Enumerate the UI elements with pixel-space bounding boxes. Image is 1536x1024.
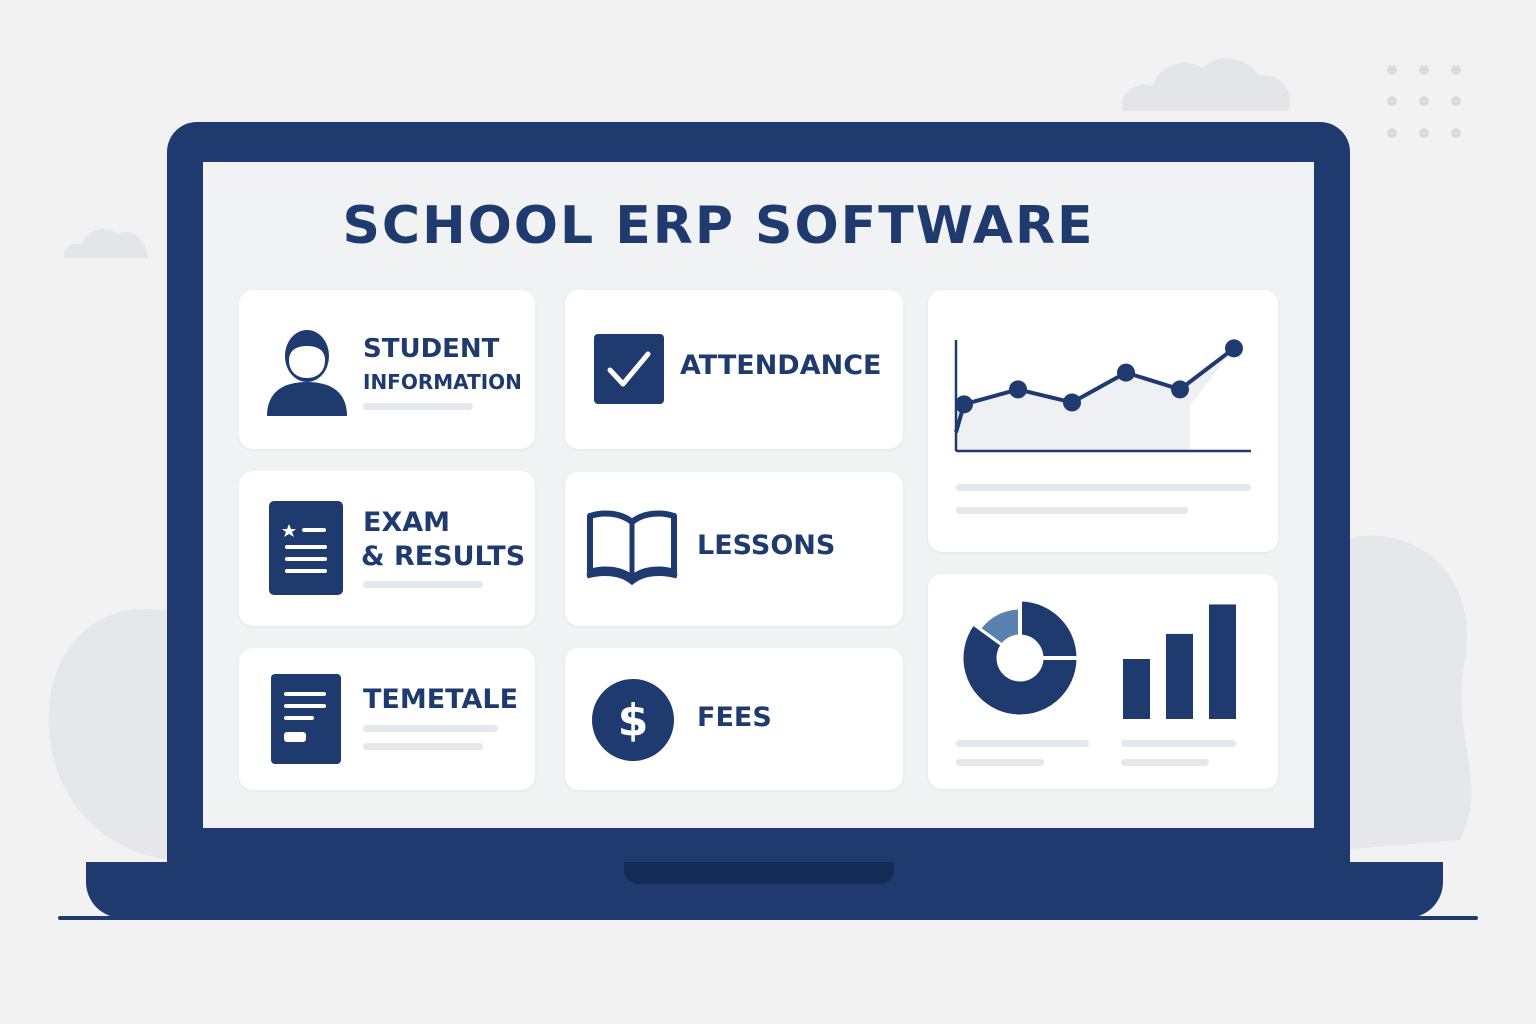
placeholder-line	[363, 743, 483, 750]
student-label-line2: INFORMATION	[363, 370, 522, 394]
dot-grid-icon	[1387, 65, 1461, 138]
bar	[1166, 633, 1193, 719]
checkbox-icon	[594, 334, 664, 404]
line-chart-area	[956, 348, 1234, 451]
line-point	[1225, 339, 1243, 358]
lessons-label: LESSONS	[697, 530, 836, 561]
line-point	[1171, 380, 1189, 399]
line-point	[1117, 363, 1135, 382]
attendance-card[interactable]: ATTENDANCE	[565, 290, 903, 449]
exam-results-card[interactable]: EXAM & RESULTS	[239, 471, 535, 626]
lessons-card[interactable]: LESSONS	[565, 472, 903, 626]
student-information-card[interactable]: STUDENT INFORMATION	[239, 290, 535, 449]
line-point	[1063, 393, 1081, 412]
placeholder-line	[363, 725, 498, 732]
line-chart-card[interactable]	[928, 290, 1278, 552]
cloud-icon	[63, 229, 148, 258]
line-point	[1009, 380, 1027, 399]
placeholder-line	[1121, 759, 1209, 766]
line-chart	[954, 339, 1251, 453]
placeholder-line	[956, 740, 1089, 747]
fees-label: FEES	[697, 702, 772, 733]
bar	[1123, 659, 1150, 719]
placeholder-line	[363, 581, 483, 588]
book-icon	[586, 510, 678, 586]
exam-label-line1: EXAM	[363, 507, 451, 538]
cloud-icon	[1122, 58, 1290, 111]
timetable-label: TEMETALE	[363, 684, 519, 715]
placeholder-line	[1121, 740, 1236, 747]
bar-chart	[1123, 604, 1236, 719]
analytics-card[interactable]	[928, 574, 1278, 789]
line-point	[955, 395, 973, 414]
background-blob-right	[1340, 535, 1472, 850]
laptop-notch	[624, 862, 894, 884]
exam-label-line2: & RESULTS	[361, 541, 526, 572]
fees-card[interactable]: $ FEES	[565, 648, 903, 790]
dollar-icon: $	[592, 679, 674, 761]
timetable-card[interactable]: TEMETALE	[239, 648, 535, 790]
placeholder-line	[956, 507, 1188, 514]
user-icon	[267, 330, 347, 416]
bar	[1209, 604, 1236, 719]
page-title: SCHOOL ERP SOFTWARE	[342, 196, 1095, 256]
floor-line	[58, 916, 1478, 920]
svg-text:$: $	[618, 695, 649, 746]
donut-chart	[960, 598, 1080, 718]
page: { "screen": { "title": "SCHOOL ERP SOFTW…	[0, 0, 1536, 1024]
report-card-icon	[269, 501, 343, 595]
placeholder-line	[956, 759, 1044, 766]
student-label-line1: STUDENT	[363, 334, 500, 364]
placeholder-line	[956, 484, 1251, 491]
placeholder-line	[363, 403, 473, 410]
document-icon	[271, 674, 341, 764]
attendance-label: ATTENDANCE	[680, 350, 882, 381]
